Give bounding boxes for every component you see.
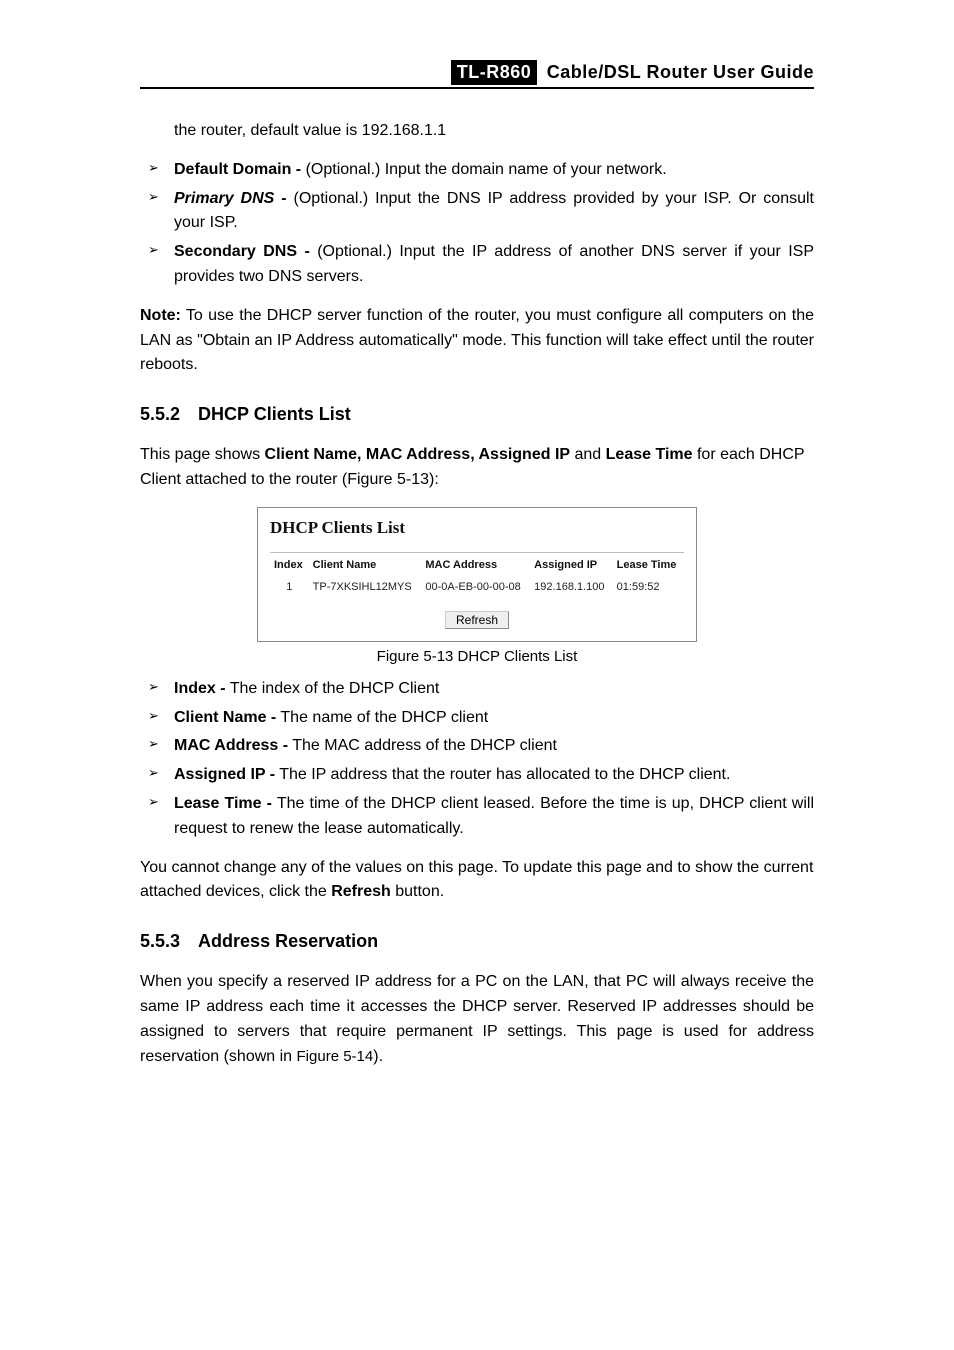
section-title: DHCP Clients List bbox=[198, 404, 351, 424]
field-descriptions-list: Index - The index of the DHCP Client Cli… bbox=[140, 677, 814, 842]
refresh-button[interactable]: Refresh bbox=[445, 611, 509, 629]
option-label: Secondary DNS - bbox=[174, 243, 310, 260]
cell-client-name: TP-7XKSIHL12MYS bbox=[309, 577, 422, 597]
page-header: TL-R860 Cable/DSL Router User Guide bbox=[140, 60, 814, 89]
text: and bbox=[570, 446, 606, 463]
continuation-text: the router, default value is 192.168.1.1 bbox=[174, 119, 814, 144]
dhcp-clients-table: Index Client Name MAC Address Assigned I… bbox=[270, 552, 684, 597]
option-text: (Optional.) Input the domain name of you… bbox=[301, 161, 667, 178]
list-item: Index - The index of the DHCP Client bbox=[140, 677, 814, 702]
list-item: Default Domain - (Optional.) Input the d… bbox=[140, 158, 814, 183]
col-mac: MAC Address bbox=[421, 552, 530, 577]
header-text: Cable/DSL Router User Guide bbox=[547, 62, 814, 82]
text: When you specify a reserved IP address f… bbox=[140, 973, 814, 1064]
text: This page shows bbox=[140, 446, 265, 463]
table-row: 1 TP-7XKSIHL12MYS 00-0A-EB-00-00-08 192.… bbox=[270, 577, 684, 597]
note-label: Note: bbox=[140, 307, 181, 324]
table-header-row: Index Client Name MAC Address Assigned I… bbox=[270, 552, 684, 577]
refresh-note: You cannot change any of the values on t… bbox=[140, 856, 814, 906]
section-552-intro: This page shows Client Name, MAC Address… bbox=[140, 443, 814, 493]
col-assigned-ip: Assigned IP bbox=[530, 552, 612, 577]
list-item: MAC Address - The MAC address of the DHC… bbox=[140, 734, 814, 759]
col-index: Index bbox=[270, 552, 309, 577]
list-item: Secondary DNS - (Optional.) Input the IP… bbox=[140, 240, 814, 290]
section-number: 5.5.2 bbox=[140, 404, 180, 425]
text: button. bbox=[391, 883, 444, 900]
cell-assigned-ip: 192.168.1.100 bbox=[530, 577, 612, 597]
col-lease-time: Lease Time bbox=[613, 552, 684, 577]
dhcp-options-list: Default Domain - (Optional.) Input the d… bbox=[140, 158, 814, 290]
field-text: The MAC address of the DHCP client bbox=[288, 737, 557, 754]
text-bold: Refresh bbox=[331, 883, 391, 900]
section-title: Address Reservation bbox=[198, 931, 378, 951]
figure-5-13: DHCP Clients List Index Client Name MAC … bbox=[257, 507, 697, 665]
header-title: TL-R860 Cable/DSL Router User Guide bbox=[451, 62, 814, 82]
field-label: Index - bbox=[174, 680, 226, 697]
option-label: Default Domain - bbox=[174, 161, 301, 178]
field-label: Assigned IP - bbox=[174, 766, 275, 783]
cell-mac: 00-0A-EB-00-00-08 bbox=[421, 577, 530, 597]
section-heading-552: 5.5.2 DHCP Clients List bbox=[140, 404, 814, 425]
list-item: Lease Time - The time of the DHCP client… bbox=[140, 792, 814, 842]
note-text: To use the DHCP server function of the r… bbox=[140, 307, 814, 374]
text: You cannot change any of the values on t… bbox=[140, 859, 813, 901]
section-553-body: When you specify a reserved IP address f… bbox=[140, 970, 814, 1069]
list-item: Client Name - The name of the DHCP clien… bbox=[140, 706, 814, 731]
text: ). bbox=[373, 1048, 383, 1065]
list-item: Assigned IP - The IP address that the ro… bbox=[140, 763, 814, 788]
field-text: The name of the DHCP client bbox=[276, 709, 488, 726]
field-label: Lease Time - bbox=[174, 795, 272, 812]
cell-index: 1 bbox=[270, 577, 309, 597]
field-label: Client Name - bbox=[174, 709, 276, 726]
section-number: 5.5.3 bbox=[140, 931, 180, 952]
figure-ref: Figure 5-14 bbox=[297, 1048, 374, 1065]
list-item: Primary DNS - (Optional.) Input the DNS … bbox=[140, 187, 814, 237]
field-text: The index of the DHCP Client bbox=[226, 680, 440, 697]
figure-title: DHCP Clients List bbox=[270, 518, 684, 538]
option-label: Primary DNS - bbox=[174, 190, 287, 207]
page: TL-R860 Cable/DSL Router User Guide the … bbox=[0, 0, 954, 1143]
col-client-name: Client Name bbox=[309, 552, 422, 577]
text-bold: Lease Time bbox=[606, 446, 693, 463]
figure-caption: Figure 5-13 DHCP Clients List bbox=[257, 648, 697, 665]
text-bold: Client Name, MAC Address, Assigned IP bbox=[265, 446, 571, 463]
note-paragraph: Note: To use the DHCP server function of… bbox=[140, 304, 814, 378]
cell-lease-time: 01:59:52 bbox=[613, 577, 684, 597]
field-text: The IP address that the router has alloc… bbox=[275, 766, 730, 783]
figure-box: DHCP Clients List Index Client Name MAC … bbox=[257, 507, 697, 642]
header-model: TL-R860 bbox=[451, 60, 538, 85]
section-heading-553: 5.5.3 Address Reservation bbox=[140, 931, 814, 952]
field-label: MAC Address - bbox=[174, 737, 288, 754]
